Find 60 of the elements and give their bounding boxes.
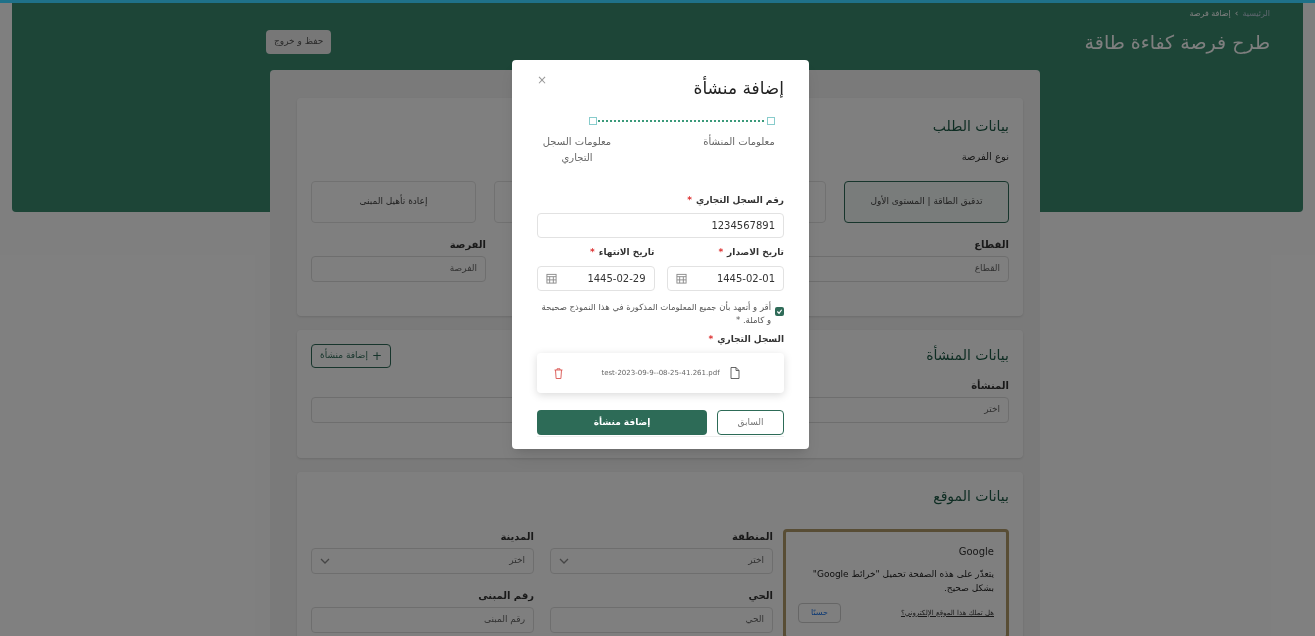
breadcrumb-separator-icon: › [1234,7,1239,21]
input-field[interactable]: رقم المبنى [311,607,534,634]
chevron-down-icon [559,558,569,565]
field-label: الحي [748,589,773,604]
close-button[interactable]: × [537,74,548,86]
date-field[interactable]: 1445-02-29 [537,265,655,291]
page-title: طرح فرصة كفاءة طاقة [1084,29,1270,56]
option-card[interactable]: تدقيق الطاقة | المستوى الأول [844,181,1009,223]
field-label: القطاع [974,238,1009,252]
required-mark: * [590,247,595,257]
option-card[interactable]: إعادة تأهيل المبنى [311,181,476,223]
section-title: بيانات الموقع [932,487,1009,507]
placeholder-text: اختر [984,402,1000,416]
placeholder-text: الحي [745,613,764,627]
add-facility-button[interactable]: + إضافة منشأة [311,343,391,368]
file-icon [729,367,740,379]
section-title: بيانات الطلب [932,117,1009,136]
required-mark: * [687,194,692,205]
back-button[interactable]: السابق [717,410,784,435]
step-label: معلومات المنشأة [702,133,776,149]
field-label: رقم السجل التجاري [696,194,784,205]
placeholder-text: اختر [509,554,525,568]
field-label: تاريخ الاصدار [727,247,784,257]
field-label: المنطقة [732,530,773,545]
field-label: المنشأة [971,378,1009,393]
input-field[interactable]: الحي [550,607,773,634]
placeholder-text: القطاع [974,262,1000,276]
field-label: نوع الفرصة [961,150,1009,164]
breadcrumb-link[interactable]: إضافة فرصة [1189,8,1231,20]
required-mark: * [718,247,724,257]
map-ok-button[interactable]: حسنًا [798,603,841,624]
plus-icon: + [371,346,382,365]
calendar-icon [546,272,557,284]
chevron-down-icon [320,558,330,565]
trash-icon[interactable] [554,367,563,379]
field-label: رقم المبنى [478,589,534,604]
placeholder-text: رقم المبنى [484,613,525,627]
field-label: تاريخ الانتهاء [598,247,655,257]
field-label: الفرصة [449,238,486,252]
map-error-message: يتعذّر على هذه الصفحة تحميل "خرائط Google" بشكل صحيح. [811,568,994,596]
required-mark: * [708,333,714,344]
step-label: معلومات السجل التجاري [541,134,613,166]
dialog-title: إضافة منشأة [693,76,784,100]
map-brand: Google [957,545,994,560]
date-field[interactable]: 1445-02-01 [666,265,784,291]
declaration-text: أقر و أتعهد بأن جميع المعلومات المذكورة في هذا النموذج صحيحة و كاملة. * [540,300,771,327]
cr-number-input[interactable]: 1234567891 [537,213,784,238]
select-field[interactable]: اختر [550,548,773,575]
input-field[interactable]: الفرصة [311,256,486,282]
section-title: بيانات المنشأة [926,345,1009,366]
submit-button[interactable]: إضافة منشأة [537,410,707,435]
field-label: السجل التجاري [717,333,784,344]
save-exit-button[interactable]: حفظ و خروج [266,30,332,54]
breadcrumb-link[interactable]: الرئيسية [1242,8,1270,20]
declaration-checkbox[interactable] [775,306,784,316]
select-field[interactable]: اختر [311,548,534,575]
calendar-icon [675,272,687,284]
field-label: المدينة [500,530,534,545]
placeholder-text: الفرصة [449,262,477,276]
placeholder-text: اختر [748,554,764,568]
